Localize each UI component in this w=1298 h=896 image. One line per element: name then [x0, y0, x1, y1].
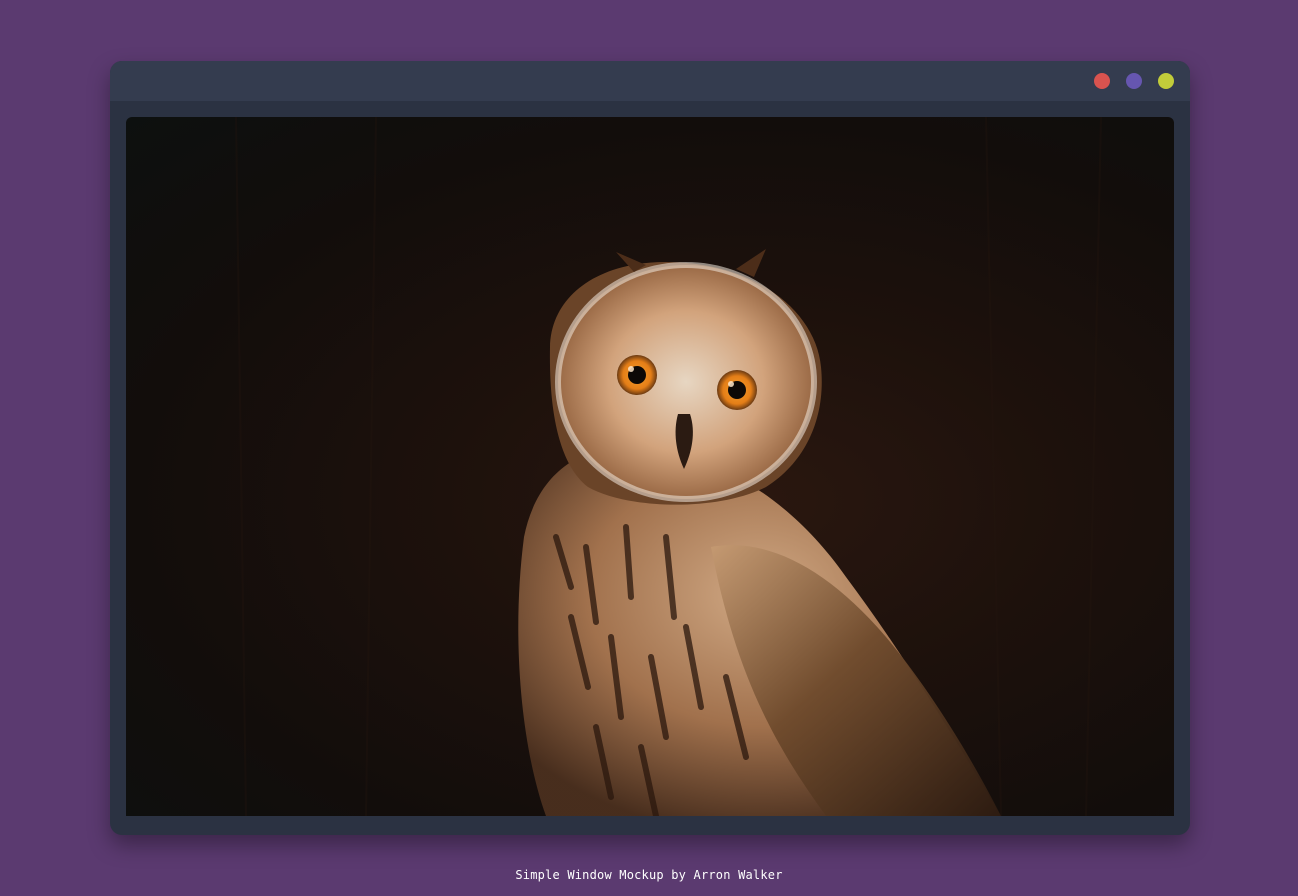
mockup-window [110, 61, 1190, 835]
window-titlebar[interactable] [110, 61, 1190, 101]
maximize-button[interactable] [1158, 73, 1174, 89]
minimize-button[interactable] [1126, 73, 1142, 89]
footer-caption: Simple Window Mockup by Arron Walker [515, 868, 783, 882]
window-content [126, 117, 1174, 816]
close-button[interactable] [1094, 73, 1110, 89]
owl-photo [235, 117, 1102, 816]
